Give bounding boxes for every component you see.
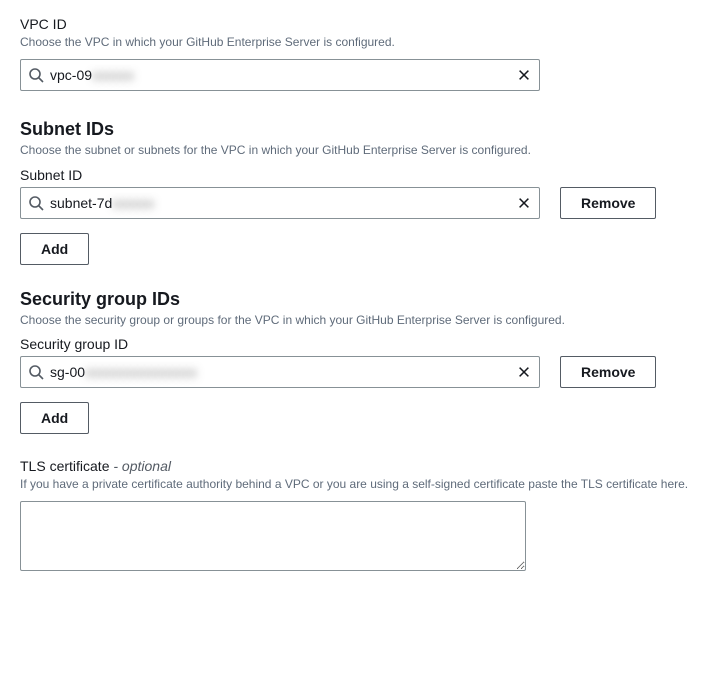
subnet-ids-title: Subnet IDs [20, 119, 701, 140]
vpc-id-clear-button[interactable] [512, 63, 536, 87]
subnet-add-button[interactable]: Add [20, 233, 89, 265]
security-group-row: sg-00xxxxxxxxxxxxxxxx Remove [20, 356, 701, 388]
vpc-id-input-wrap: vpc-09xxxxxx [20, 59, 540, 91]
vpc-id-description: Choose the VPC in which your GitHub Ente… [20, 34, 701, 51]
tls-certificate-textarea[interactable] [20, 501, 526, 571]
subnet-id-input-wrap: subnet-7dxxxxxx [20, 187, 540, 219]
security-group-id-input-wrap: sg-00xxxxxxxxxxxxxxxx [20, 356, 540, 388]
security-group-id-clear-button[interactable] [512, 360, 536, 384]
subnet-row: subnet-7dxxxxxx Remove [20, 187, 701, 219]
subnet-ids-description: Choose the subnet or subnets for the VPC… [20, 142, 701, 159]
tls-certificate-label: TLS certificate - optional [20, 458, 701, 474]
vpc-id-label: VPC ID [20, 16, 701, 32]
vpc-id-input[interactable] [20, 59, 540, 91]
subnet-remove-button[interactable]: Remove [560, 187, 656, 219]
security-group-add-button[interactable]: Add [20, 402, 89, 434]
close-icon [517, 68, 531, 82]
close-icon [517, 365, 531, 379]
security-group-id-input[interactable] [20, 356, 540, 388]
subnet-id-clear-button[interactable] [512, 191, 536, 215]
security-group-remove-button[interactable]: Remove [560, 356, 656, 388]
close-icon [517, 196, 531, 210]
security-group-ids-title: Security group IDs [20, 289, 701, 310]
tls-certificate-description: If you have a private certificate author… [20, 476, 701, 493]
subnet-id-label: Subnet ID [20, 167, 701, 183]
subnet-id-input[interactable] [20, 187, 540, 219]
security-group-ids-description: Choose the security group or groups for … [20, 312, 701, 329]
security-group-id-label: Security group ID [20, 336, 701, 352]
